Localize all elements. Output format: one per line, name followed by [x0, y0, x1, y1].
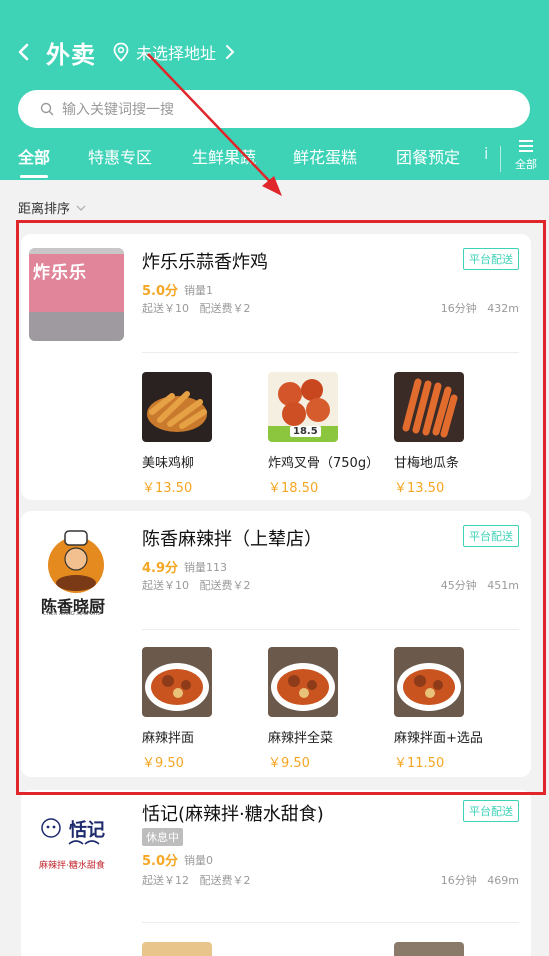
shop-logo-text: 炸乐乐: [33, 263, 87, 283]
tab-fresh-produce[interactable]: 生鲜果蔬: [192, 144, 256, 168]
delivery-badge: 平台配送: [463, 248, 519, 270]
dish-image: [394, 372, 464, 442]
shop-logo: 陈香晓厨 CHEN XIANG XIAO CHU: [29, 525, 124, 618]
location-pin-icon[interactable]: [112, 42, 130, 62]
shop-name[interactable]: 炸乐乐蒜香炸鸡: [142, 248, 268, 274]
delivery-time: 16分钟: [440, 302, 477, 315]
dish-price: ￥9.50: [268, 756, 310, 771]
dish-name: 甘梅地瓜条: [394, 456, 460, 471]
shop-logo: 炸乐乐: [29, 248, 124, 341]
delivery-time: 45分钟: [440, 579, 477, 592]
dish-name: 麻辣拌全菜: [268, 731, 334, 746]
dish-price: ￥11.50: [394, 756, 445, 771]
tab-specials[interactable]: 特惠专区: [88, 144, 152, 168]
dish-name: 麻辣拌面: [142, 731, 195, 746]
divider: [142, 922, 519, 923]
all-categories-button[interactable]: 全部: [508, 138, 544, 172]
search-icon: [40, 102, 54, 116]
category-tabs: 全部 特惠专区 生鲜果蔬 鲜花蛋糕 团餐预定 i 全部: [0, 138, 549, 180]
delivery-badge: 平台配送: [463, 800, 519, 822]
min-order: 起送￥10: [142, 302, 189, 315]
delivery-time-distance: 16分钟 469m: [441, 872, 519, 888]
chevron-right-icon[interactable]: [224, 44, 236, 60]
shop-fees: 起送￥10 配送费￥2: [142, 577, 251, 593]
dish-image: [142, 372, 212, 442]
shop-sales: 销量113: [184, 561, 227, 574]
divider: [142, 352, 519, 353]
header-bar: 外卖 未选择地址 输入关键词搜一搜 全部 特惠专区 生鲜果蔬 鲜花蛋糕 团餐预定…: [0, 0, 549, 180]
shop-logo-subtext: 麻辣拌·糖水甜食: [39, 861, 105, 871]
dish-item[interactable]: 甘梅地瓜条 ￥13.50: [394, 372, 514, 496]
tab-overflow[interactable]: i: [484, 144, 488, 163]
dish-image: [142, 942, 212, 956]
delivery-fee: 配送费￥2: [199, 874, 251, 887]
dish-item[interactable]: 18.5 炸鸡叉骨（750g） ￥18.50: [268, 372, 388, 496]
back-arrow-icon[interactable]: [14, 42, 34, 62]
search-input[interactable]: 输入关键词搜一搜: [18, 90, 530, 128]
shop-name[interactable]: 恬记(麻辣拌·糖水甜食): [142, 800, 324, 826]
dish-item[interactable]: 麻辣拌全菜 ￥9.50: [268, 647, 388, 771]
location-label[interactable]: 未选择地址: [136, 40, 216, 64]
shop-card[interactable]: 炸乐乐 炸乐乐蒜香炸鸡 平台配送 5.0分 销量1 起送￥10 配送费￥2 16…: [21, 234, 531, 500]
dish-item[interactable]: 麻辣拌面+选品 ￥11.50: [394, 647, 514, 771]
shop-rating: 5.0分: [142, 854, 179, 869]
shop-name[interactable]: 陈香麻辣拌（上辇店）: [142, 525, 322, 551]
min-order: 起送￥10: [142, 579, 189, 592]
sort-dropdown[interactable]: 距离排序: [18, 198, 86, 217]
dish-image: [268, 647, 338, 717]
shop-rating: 4.9分: [142, 561, 179, 576]
shop-sales: 销量0: [184, 854, 213, 867]
dish-name: 炸鸡叉骨（750g）: [268, 456, 380, 471]
shop-card[interactable]: 恬记 麻辣拌·糖水甜食 恬记(麻辣拌·糖水甜食) 平台配送 休息中 5.0分 销…: [21, 790, 531, 956]
shop-fees: 起送￥10 配送费￥2: [142, 300, 251, 316]
dish-price: ￥13.50: [394, 481, 445, 496]
search-placeholder: 输入关键词搜一搜: [62, 102, 174, 118]
chevron-down-icon: [76, 205, 86, 211]
dish-price: ￥18.50: [268, 481, 319, 496]
dish-item[interactable]: 美味鸡柳 ￥13.50: [142, 372, 262, 496]
status-badge: 休息中: [142, 828, 183, 846]
distance: 469m: [487, 874, 519, 887]
dish-name: 美味鸡柳: [142, 456, 195, 471]
delivery-time-distance: 16分钟 432m: [441, 300, 519, 316]
shop-card[interactable]: 陈香晓厨 CHEN XIANG XIAO CHU 陈香麻辣拌（上辇店） 平台配送…: [21, 511, 531, 777]
shop-logo: 恬记 麻辣拌·糖水甜食: [29, 800, 124, 893]
menu-icon: [519, 140, 533, 152]
delivery-badge: 平台配送: [463, 525, 519, 547]
dish-price: ￥9.50: [142, 756, 184, 771]
dish-item[interactable]: 麻辣拌面 ￥9.50: [142, 647, 262, 771]
tab-group-meals[interactable]: 团餐预定: [396, 144, 460, 168]
dish-image: [394, 942, 464, 956]
delivery-fee: 配送费￥2: [199, 579, 251, 592]
top-bar: 外卖 未选择地址: [14, 32, 535, 72]
dish-image-price-tag: 18.5: [290, 426, 321, 437]
min-order: 起送￥12: [142, 874, 189, 887]
tab-all[interactable]: 全部: [18, 144, 50, 178]
distance: 432m: [487, 302, 519, 315]
delivery-fee: 配送费￥2: [199, 302, 251, 315]
shop-fees: 起送￥12 配送费￥2: [142, 872, 251, 888]
tab-flowers-cakes[interactable]: 鲜花蛋糕: [293, 144, 357, 168]
page-title: 外卖: [46, 40, 96, 69]
shop-rating: 5.0分: [142, 284, 179, 299]
dish-price: ￥13.50: [142, 481, 193, 496]
tab-divider: [500, 146, 501, 172]
dish-image: 18.5: [268, 372, 338, 442]
sort-label: 距离排序: [18, 202, 71, 217]
shop-logo-text: 恬记: [69, 820, 105, 841]
dish-image: [142, 647, 212, 717]
all-categories-label: 全部: [515, 158, 537, 171]
dish-name: 麻辣拌面+选品: [394, 731, 483, 746]
shop-logo-subtext: CHEN XIANG XIAO CHU: [43, 611, 101, 617]
delivery-time-distance: 45分钟 451m: [441, 577, 519, 593]
dish-image: [394, 647, 464, 717]
distance: 451m: [487, 579, 519, 592]
divider: [142, 629, 519, 630]
delivery-time: 16分钟: [440, 874, 477, 887]
shop-sales: 销量1: [184, 284, 213, 297]
